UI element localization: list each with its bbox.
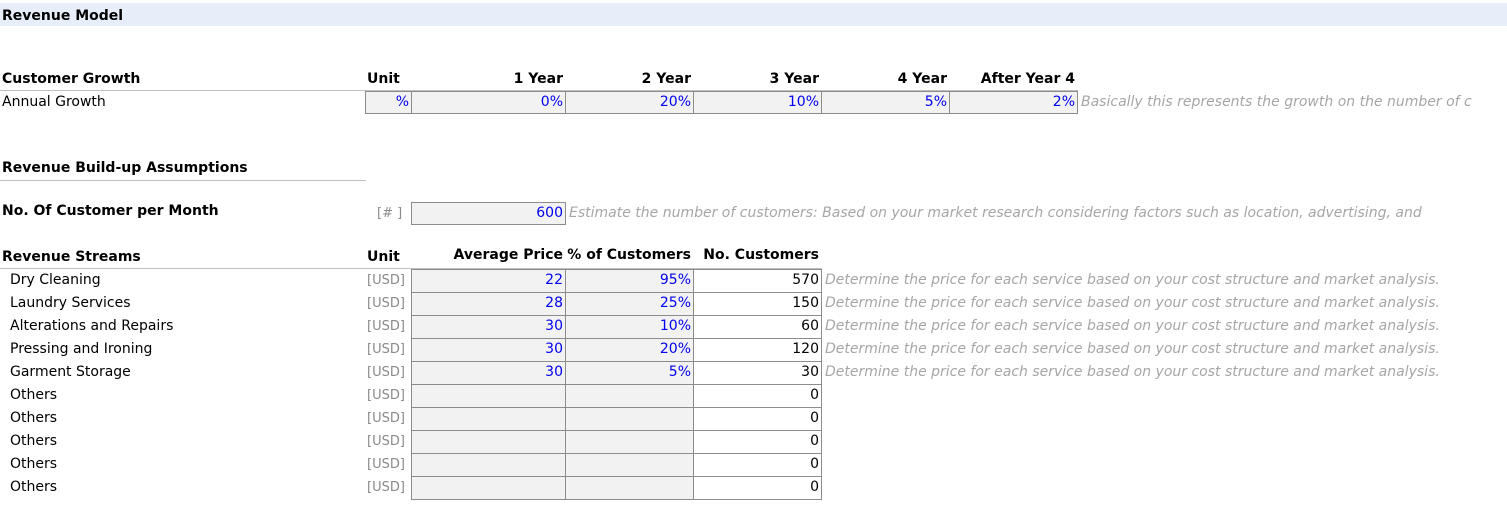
streams-header-pct-customers: % of Customers: [567, 247, 691, 263]
stream-pct-customers[interactable]: [565, 453, 694, 477]
stream-name: Pressing and Ironing: [10, 341, 153, 357]
stream-no-customers: 150: [693, 292, 822, 316]
stream-unit: [USD]: [367, 457, 405, 472]
growth-header-year4: 4 Year: [897, 71, 947, 87]
growth-header-year2: 2 Year: [641, 71, 691, 87]
stream-name: Others: [10, 410, 58, 426]
annual-growth-year2[interactable]: 20%: [565, 91, 694, 114]
stream-no-customers: 0: [693, 407, 822, 431]
stream-unit: [USD]: [367, 319, 405, 334]
stream-pct-customers[interactable]: [565, 384, 694, 408]
stream-pct-customers[interactable]: 20%: [565, 338, 694, 362]
customers-per-month-input[interactable]: 600: [411, 202, 566, 225]
stream-name: Others: [10, 387, 58, 403]
stream-no-customers: 0: [693, 453, 822, 477]
stream-no-customers: 30: [693, 361, 822, 385]
stream-unit: [USD]: [367, 411, 405, 426]
customer-growth-heading: Customer Growth: [2, 71, 141, 87]
stream-pct-customers[interactable]: 95%: [565, 269, 694, 293]
stream-average-price[interactable]: 30: [411, 338, 566, 362]
stream-average-price[interactable]: [411, 476, 566, 500]
assumptions-heading: Revenue Build-up Assumptions: [2, 160, 248, 176]
assumptions-underline: [0, 180, 366, 181]
customers-per-month-unit: [# ]: [377, 206, 403, 221]
stream-unit: [USD]: [367, 296, 405, 311]
annual-growth-label: Annual Growth: [2, 94, 106, 110]
stream-pct-customers[interactable]: 25%: [565, 292, 694, 316]
stream-note: Determine the price for each service bas…: [825, 318, 1440, 334]
stream-no-customers: 0: [693, 384, 822, 408]
stream-pct-customers[interactable]: 10%: [565, 315, 694, 339]
stream-name: Garment Storage: [10, 364, 131, 380]
customers-per-month-note: Estimate the number of customers: Based …: [569, 205, 1422, 221]
stream-pct-customers[interactable]: [565, 407, 694, 431]
stream-unit: [USD]: [367, 434, 405, 449]
streams-header-no-customers: No. Customers: [703, 247, 819, 263]
streams-heading: Revenue Streams: [2, 249, 141, 265]
stream-no-customers: 0: [693, 476, 822, 500]
stream-note: Determine the price for each service bas…: [825, 295, 1440, 311]
growth-header-unit: Unit: [367, 71, 400, 87]
stream-pct-customers[interactable]: 5%: [565, 361, 694, 385]
stream-pct-customers[interactable]: [565, 430, 694, 454]
stream-average-price[interactable]: 22: [411, 269, 566, 293]
stream-pct-customers[interactable]: [565, 476, 694, 500]
stream-no-customers: 60: [693, 315, 822, 339]
stream-average-price[interactable]: [411, 430, 566, 454]
growth-note: Basically this represents the growth on …: [1081, 94, 1472, 110]
stream-unit: [USD]: [367, 388, 405, 403]
stream-average-price[interactable]: [411, 453, 566, 477]
growth-header-year1: 1 Year: [513, 71, 563, 87]
page-title: Revenue Model: [2, 8, 124, 24]
streams-header-average-price: Average Price: [453, 247, 563, 263]
stream-no-customers: 570: [693, 269, 822, 293]
stream-note: Determine the price for each service bas…: [825, 364, 1440, 380]
stream-average-price[interactable]: 30: [411, 361, 566, 385]
annual-growth-unit[interactable]: %: [365, 91, 412, 114]
stream-name: Laundry Services: [10, 295, 131, 311]
stream-unit: [USD]: [367, 342, 405, 357]
stream-average-price[interactable]: [411, 407, 566, 431]
stream-no-customers: 120: [693, 338, 822, 362]
stream-unit: [USD]: [367, 480, 405, 495]
stream-average-price[interactable]: 30: [411, 315, 566, 339]
stream-name: Others: [10, 479, 58, 495]
stream-no-customers: 0: [693, 430, 822, 454]
annual-growth-year4[interactable]: 5%: [821, 91, 950, 114]
stream-average-price[interactable]: 28: [411, 292, 566, 316]
annual-growth-after-year4[interactable]: 2%: [949, 91, 1078, 114]
stream-unit: [USD]: [367, 365, 405, 380]
annual-growth-year1[interactable]: 0%: [411, 91, 566, 114]
stream-name: Dry Cleaning: [10, 272, 101, 288]
growth-header-after-year4: After Year 4: [980, 71, 1075, 87]
customers-per-month-label: No. Of Customer per Month: [2, 203, 219, 219]
stream-name: Others: [10, 433, 58, 449]
title-band: Revenue Model: [0, 3, 1507, 26]
stream-note: Determine the price for each service bas…: [825, 272, 1440, 288]
growth-header-year3: 3 Year: [769, 71, 819, 87]
streams-header-unit: Unit: [367, 249, 400, 265]
stream-name: Others: [10, 456, 58, 472]
stream-name: Alterations and Repairs: [10, 318, 174, 334]
stream-note: Determine the price for each service bas…: [825, 341, 1440, 357]
annual-growth-year3[interactable]: 10%: [693, 91, 822, 114]
stream-unit: [USD]: [367, 273, 405, 288]
stream-average-price[interactable]: [411, 384, 566, 408]
